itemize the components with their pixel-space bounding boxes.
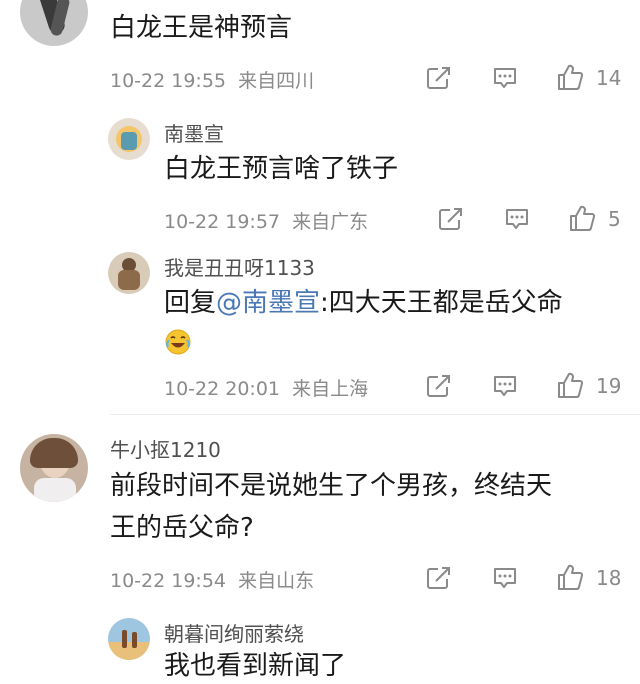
comment-time: 10-22 19:54 — [110, 570, 227, 592]
comment-location: 来自上海 — [292, 378, 369, 400]
avatar[interactable] — [20, 0, 88, 46]
comment-text-line: 王的岳父命? — [110, 513, 254, 543]
comment-location: 来自广东 — [292, 211, 369, 233]
comment-time: 10-22 20:01 — [164, 378, 281, 400]
avatar[interactable] — [108, 118, 150, 160]
avatar[interactable] — [108, 252, 150, 294]
like-count: 5 — [608, 207, 621, 231]
laugh-cry-emoji — [165, 329, 191, 355]
divider — [110, 414, 640, 415]
reply-prefix: 回复 — [164, 288, 217, 318]
avatar[interactable] — [108, 618, 150, 660]
comment-location: 来自山东 — [238, 570, 315, 592]
comment-text-line: 前段时间不是说她生了个男孩，终结天 — [110, 471, 553, 501]
comment-time: 10-22 19:55 — [110, 70, 227, 92]
share-icon[interactable] — [426, 66, 452, 90]
like-count: 14 — [596, 66, 622, 90]
share-icon[interactable] — [426, 566, 452, 590]
like-count: 19 — [596, 374, 622, 398]
comment-meta: 10-22 20:01 来自上海 — [164, 374, 368, 401]
comment-text: 我也看到新闻了 — [164, 651, 347, 681]
reply-body: :四大天王都是岳父命 — [320, 288, 563, 318]
commenter-name[interactable]: 牛小抠1210 — [110, 434, 221, 463]
like-icon[interactable] — [556, 563, 584, 591]
like-count: 18 — [596, 566, 622, 590]
comment-icon[interactable] — [504, 207, 530, 231]
comment-text: 白龙王预言啥了铁子 — [164, 154, 399, 184]
avatar[interactable] — [20, 434, 88, 502]
like-icon[interactable] — [556, 63, 584, 91]
comment-meta: 10-22 19:57 来自广东 — [164, 207, 368, 234]
comment-icon[interactable] — [492, 374, 518, 398]
comment-icon[interactable] — [492, 66, 518, 90]
commenter-name[interactable]: 朝暮间绚丽萦绕 — [164, 618, 304, 647]
like-icon[interactable] — [568, 204, 596, 232]
comment-meta: 10-22 19:55 来自四川 — [110, 66, 314, 93]
comment-time: 10-22 19:57 — [164, 211, 281, 233]
share-icon[interactable] — [426, 374, 452, 398]
comment-location: 来自四川 — [238, 70, 315, 92]
commenter-name[interactable]: 南墨宣 — [164, 118, 224, 147]
share-icon[interactable] — [438, 207, 464, 231]
mention-link[interactable]: @南墨宣 — [216, 288, 320, 318]
comment-text: 白龙王是神预言 — [110, 13, 293, 43]
like-icon[interactable] — [556, 371, 584, 399]
commenter-name[interactable]: 我是丑丑呀1133 — [164, 252, 315, 281]
comment-icon[interactable] — [492, 566, 518, 590]
comment-meta: 10-22 19:54 来自山东 — [110, 566, 314, 593]
comment-text: 回复@南墨宣:四大天王都是岳父命 — [164, 285, 563, 321]
